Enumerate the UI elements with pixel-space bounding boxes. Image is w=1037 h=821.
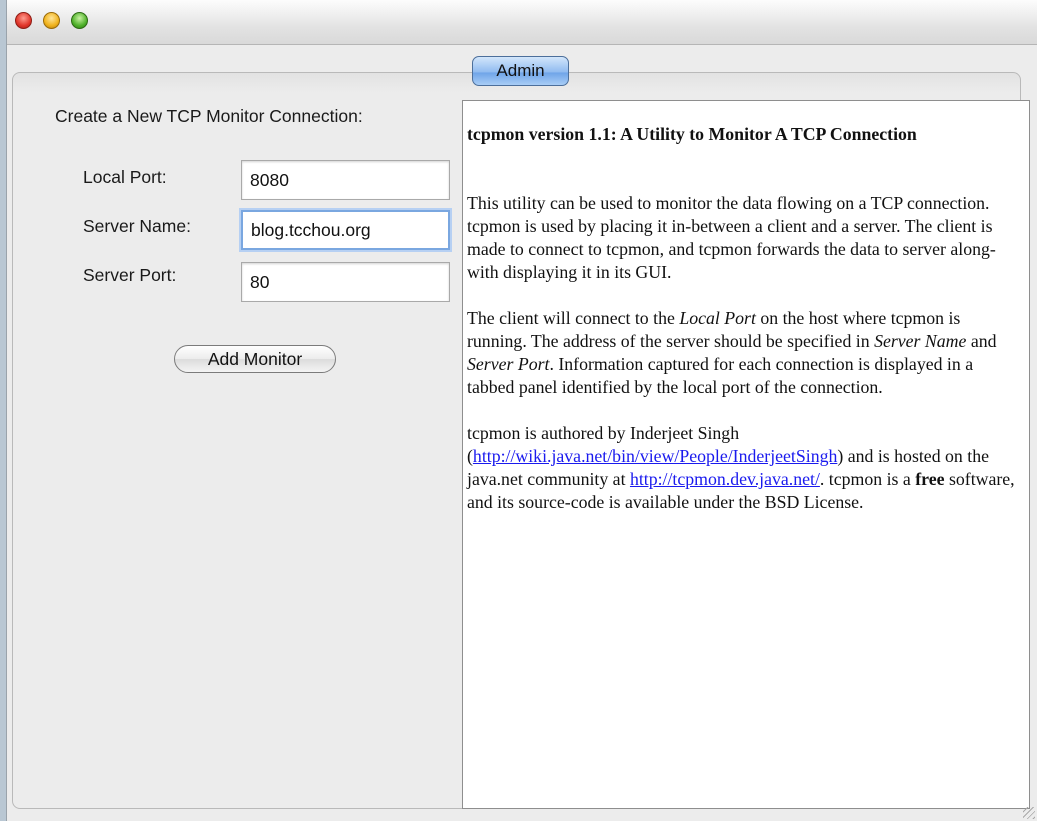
info-panel[interactable]: tcpmon version 1.1: A Utility to Monitor…	[462, 100, 1030, 809]
project-link[interactable]: http://tcpmon.dev.java.net/	[630, 469, 820, 489]
minimize-window-icon[interactable]	[43, 12, 60, 29]
info-paragraph-1: This utility can be used to monitor the …	[467, 193, 996, 282]
title-bar[interactable]	[7, 0, 1037, 45]
server-port-input[interactable]	[242, 263, 449, 301]
server-port-label: Server Port:	[83, 265, 177, 285]
server-port-field[interactable]	[241, 262, 450, 302]
info-p2-local-port: Local Port	[679, 308, 756, 328]
info-p2-text-3: and	[966, 331, 997, 351]
info-p2-server-port: Server Port	[467, 354, 550, 374]
server-name-label: Server Name:	[83, 216, 191, 236]
server-name-field[interactable]	[241, 210, 450, 250]
info-paragraph-2: The client will connect to the Local Por…	[467, 307, 1023, 399]
info-p2-text-1: The client will connect to the	[467, 308, 680, 328]
info-heading: tcpmon version 1.1: A Utility to Monitor…	[467, 124, 917, 144]
info-p3-text-3: . tcpmon is a	[819, 469, 916, 489]
local-port-field[interactable]	[241, 160, 450, 200]
resize-grip-icon[interactable]	[1023, 807, 1035, 819]
form-title: Create a New TCP Monitor Connection:	[55, 106, 363, 126]
local-port-input[interactable]	[242, 161, 449, 199]
author-link[interactable]: http://wiki.java.net/bin/view/People/Ind…	[473, 446, 837, 466]
server-name-input[interactable]	[243, 212, 448, 248]
tab-admin[interactable]: Admin	[472, 56, 569, 86]
add-monitor-button[interactable]: Add Monitor	[174, 345, 336, 373]
info-p3-free: free	[915, 469, 945, 489]
zoom-window-icon[interactable]	[71, 12, 88, 29]
info-paragraph-3: tcpmon is authored by Inderjeet Singh (h…	[467, 422, 1023, 514]
info-p2-server-name: Server Name	[874, 331, 967, 351]
close-window-icon[interactable]	[15, 12, 32, 29]
local-port-label: Local Port:	[83, 167, 167, 187]
